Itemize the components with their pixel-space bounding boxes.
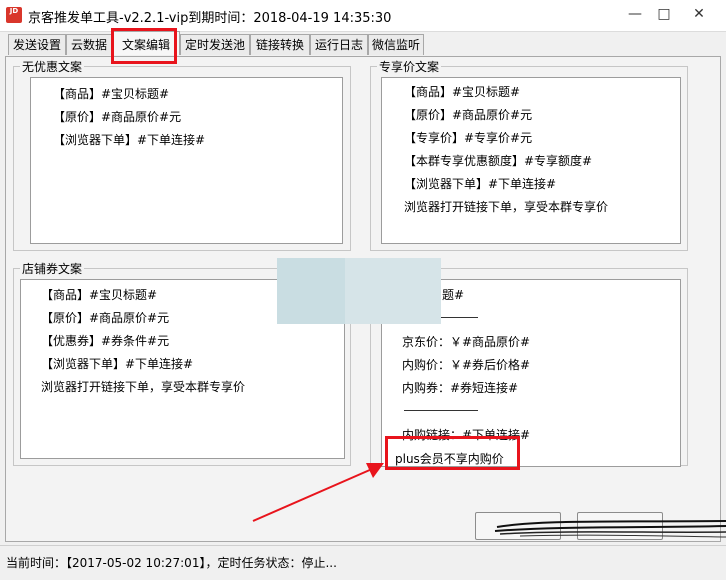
text-line: 内购券：#券短连接# <box>402 381 519 395</box>
shop-coupon-label: 店铺券文案 <box>20 260 85 277</box>
text-line: 浏览器打开链接下单，享受本群专享价 <box>404 200 609 214</box>
plus-highlight-box <box>385 436 520 470</box>
window-title: 京客推发单工具-v2.2.1-vip到期时间：2018-04-19 14:35:… <box>28 11 392 26</box>
status-bar: 当前时间：【2017-05-02 10:27:01】，定时任务状态：停止... <box>0 545 726 580</box>
text-line: 题# <box>442 288 465 302</box>
action-button-1[interactable] <box>475 512 561 540</box>
app-logo-text: JD <box>9 7 19 15</box>
minimize-icon[interactable]: — <box>622 3 648 25</box>
tab-wechat-monitor[interactable]: 微信监听 <box>368 34 424 55</box>
no-coupon-group: 无优惠文案 【商品】#宝贝标题# 【原价】#商品原价#元 【浏览器下单】#下单连… <box>13 58 351 251</box>
text-line: 浏览器打开链接下单，享受本群专享价 <box>41 380 246 394</box>
divider <box>404 410 478 411</box>
action-button-2[interactable] <box>577 512 663 540</box>
text-line: 【本群专享优惠额度】#专享额度# <box>404 154 593 168</box>
overlay-block <box>277 258 345 324</box>
no-coupon-textbox[interactable]: 【商品】#宝贝标题# 【原价】#商品原价#元 【浏览器下单】#下单连接# <box>30 77 343 244</box>
text-line: 【商品】#宝贝标题# <box>404 85 521 99</box>
text-line: 【优惠券】#券条件#元 <box>41 334 170 348</box>
tab-scheduled-pool[interactable]: 定时发送池 <box>180 34 250 55</box>
no-coupon-label: 无优惠文案 <box>20 58 85 75</box>
tab-highlight-box <box>111 28 177 64</box>
tab-cloud-data[interactable]: 云数据 <box>66 34 112 55</box>
tab-run-log[interactable]: 运行日志 <box>310 34 368 55</box>
text-line: 【商品】#宝贝标题# <box>41 288 158 302</box>
text-line: 【浏览器下单】#下单连接# <box>53 133 206 147</box>
status-text: 当前时间：【2017-05-02 10:27:01】，定时任务状态：停止... <box>6 556 337 570</box>
text-line: 【原价】#商品原价#元 <box>404 108 533 122</box>
maximize-icon[interactable]: □ <box>651 3 677 25</box>
exclusive-group: 专享价文案 【商品】#宝贝标题# 【原价】#商品原价#元 【专享价】#专享价#元… <box>370 58 688 251</box>
close-icon[interactable]: ✕ <box>686 3 712 25</box>
text-line: 内购价：￥#券后价格# <box>402 358 531 372</box>
exclusive-label: 专享价文案 <box>377 58 442 75</box>
text-line: 京东价：￥#商品原价# <box>402 335 531 349</box>
text-line: 【浏览器下单】#下单连接# <box>404 177 557 191</box>
text-line: 【商品】#宝贝标题# <box>53 87 170 101</box>
overlay-block <box>345 258 441 324</box>
tab-send-settings[interactable]: 发送设置 <box>8 34 66 55</box>
text-line: 【浏览器下单】#下单连接# <box>41 357 194 371</box>
text-line: 【专享价】#专享价#元 <box>404 131 533 145</box>
text-line: 【原价】#商品原价#元 <box>41 311 170 325</box>
app-logo-icon: JD <box>6 7 22 23</box>
title-bar: JD 京客推发单工具-v2.2.1-vip到期时间：2018-04-19 14:… <box>0 0 726 32</box>
tab-link-convert[interactable]: 链接转换 <box>250 34 310 55</box>
exclusive-textbox[interactable]: 【商品】#宝贝标题# 【原价】#商品原价#元 【专享价】#专享价#元 【本群专享… <box>381 77 681 244</box>
text-line: 【原价】#商品原价#元 <box>53 110 182 124</box>
